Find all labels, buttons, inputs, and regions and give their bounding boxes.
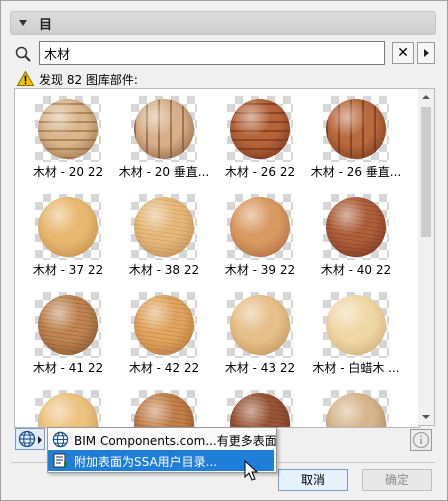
submenu-arrow-icon — [38, 436, 42, 444]
thumbnail-item[interactable]: 木材 - 37 22 — [19, 189, 111, 279]
wood-sphere-icon — [326, 99, 386, 159]
wood-sphere-icon — [38, 197, 98, 257]
section-title: 目 — [39, 18, 53, 33]
dialog-window: 目 ✕ 发现 82 图库部件: 木材 - 20 22木材 - 20 垂直...木… — [0, 0, 448, 501]
menu-item-label: 附加表面为SSA用户目录... — [74, 455, 218, 469]
menu-item-bim-components[interactable]: BIM Components.com...有更多表面 — [48, 429, 277, 450]
thumbnail-label: 木材 - 42 22 — [128, 361, 200, 375]
thumbnail-item[interactable] — [19, 385, 111, 427]
thumbnail-label: 木材 - 40 22 — [320, 263, 392, 277]
material-preview — [35, 96, 101, 162]
thumbnail-item[interactable]: 木材 - 41 22 — [19, 287, 111, 377]
material-preview — [131, 96, 197, 162]
wood-sphere-icon — [38, 295, 98, 355]
thumbnail-item[interactable] — [211, 385, 303, 427]
thumbnail-label: 木材 - 白蜡木 ... — [312, 361, 400, 375]
mouse-cursor-icon — [244, 460, 259, 481]
thumbnail-item[interactable]: 木材 - 42 22 — [115, 287, 207, 377]
more-options-button[interactable] — [417, 42, 435, 64]
search-input[interactable] — [39, 41, 385, 65]
wood-sphere-icon — [230, 197, 290, 257]
globe-icon — [18, 430, 36, 448]
scroll-up-button[interactable] — [418, 89, 434, 105]
thumbnail-item[interactable]: 木材 - 26 22 — [211, 91, 303, 181]
thumbnail-item[interactable]: 木材 - 38 22 — [115, 189, 207, 279]
material-preview — [131, 194, 197, 260]
vertical-scrollbar[interactable] — [418, 88, 435, 426]
thumbnail-item[interactable]: 木材 - 40 22 — [307, 189, 399, 279]
results-count-text: 发现 82 图库部件: — [39, 73, 138, 87]
wood-sphere-icon — [326, 295, 386, 355]
globe-icon — [52, 431, 69, 448]
material-preview — [227, 194, 293, 260]
material-preview — [35, 292, 101, 358]
wood-sphere-icon — [38, 99, 98, 159]
web-sources-button[interactable] — [15, 428, 45, 450]
thumbnail-item[interactable]: 木材 - 白蜡木 ... — [307, 287, 400, 377]
scroll-down-button[interactable] — [418, 409, 434, 425]
material-preview — [323, 292, 389, 358]
material-preview — [227, 292, 293, 358]
material-preview — [323, 390, 389, 427]
warning-icon — [17, 71, 34, 86]
library-folder-icon — [53, 453, 68, 468]
thumbnail-label: 木材 - 38 22 — [128, 263, 200, 277]
thumbnail-item[interactable]: 木材 - 20 22 — [19, 91, 111, 181]
thumbnail-label: 木材 - 20 垂直... — [118, 165, 210, 179]
thumbnail-item[interactable]: 木材 - 26 垂直... — [307, 91, 401, 181]
thumbnail-label: 木材 - 37 22 — [32, 263, 104, 277]
thumbnail-label: 木材 - 26 垂直... — [310, 165, 402, 179]
material-preview — [131, 390, 197, 427]
material-preview — [323, 96, 389, 162]
thumbnail-label: 木材 - 41 22 — [32, 361, 104, 375]
arrow-down-icon — [422, 415, 430, 419]
cancel-button[interactable]: 取消 — [278, 469, 348, 491]
material-preview — [35, 390, 101, 427]
material-preview — [227, 390, 293, 427]
search-icon — [15, 46, 31, 62]
material-preview — [131, 292, 197, 358]
thumbnail-label: 木材 - 20 22 — [32, 165, 104, 179]
scrollbar-thumb[interactable] — [421, 107, 431, 237]
thumbnail-item[interactable]: 木材 - 43 22 — [211, 287, 303, 377]
collapse-triangle-icon[interactable] — [19, 20, 27, 26]
thumbnail-item[interactable] — [307, 385, 399, 427]
thumbnail-item[interactable]: 木材 - 39 22 — [211, 189, 303, 279]
thumbnail-item[interactable]: 木材 - 20 垂直... — [115, 91, 209, 181]
wood-sphere-icon — [134, 393, 194, 427]
wood-sphere-icon — [230, 295, 290, 355]
material-preview — [227, 96, 293, 162]
wood-sphere-icon — [38, 393, 98, 427]
menu-item-label: BIM Components.com...有更多表面 — [74, 434, 277, 448]
clear-search-button[interactable]: ✕ — [392, 42, 414, 64]
web-sources-menu: BIM Components.com...有更多表面 附加表面为SSA用户目录.… — [47, 427, 277, 473]
thumbnail-item[interactable] — [115, 385, 207, 427]
arrow-up-icon — [422, 95, 430, 99]
info-button[interactable] — [410, 429, 432, 451]
wood-sphere-icon — [230, 99, 290, 159]
info-icon — [412, 431, 430, 449]
thumbnail-label: 木材 - 43 22 — [224, 361, 296, 375]
chevron-right-icon — [424, 49, 429, 57]
wood-sphere-icon — [326, 393, 386, 427]
wood-sphere-icon — [134, 197, 194, 257]
search-row: ✕ — [15, 41, 435, 67]
material-preview — [35, 194, 101, 260]
wood-sphere-icon — [230, 393, 290, 427]
wood-sphere-icon — [134, 99, 194, 159]
menu-item-add-surfaces[interactable]: 附加表面为SSA用户目录... — [48, 450, 274, 471]
thumbnail-label: 木材 - 39 22 — [224, 263, 296, 277]
ok-button[interactable]: 确定 — [362, 469, 432, 491]
section-header[interactable]: 目 — [10, 11, 436, 35]
material-preview — [323, 194, 389, 260]
thumbnail-label: 木材 - 26 22 — [224, 165, 296, 179]
wood-sphere-icon — [326, 197, 386, 257]
gallery-panel: 木材 - 20 22 木材 - 20 垂直... 木材 - 26 22 木材 - 26… — [14, 88, 420, 428]
wood-sphere-icon — [134, 295, 194, 355]
